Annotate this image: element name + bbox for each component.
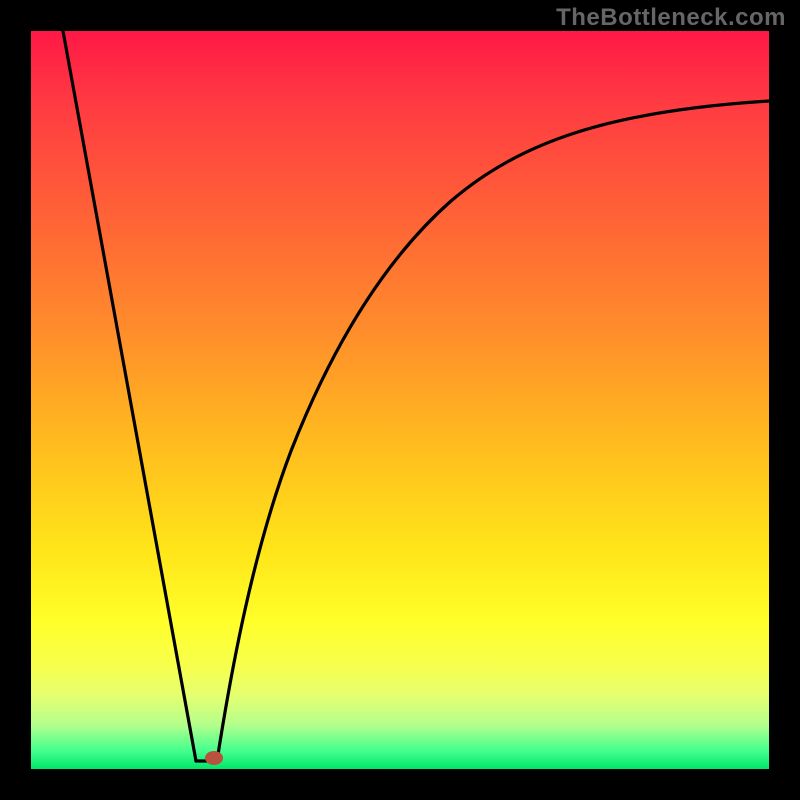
bottleneck-marker: [205, 751, 223, 765]
right-rising-curve: [217, 101, 769, 761]
chart-frame: TheBottleneck.com: [0, 0, 800, 800]
curve-svg: [31, 31, 769, 769]
left-descent-line: [63, 31, 196, 761]
watermark-text: TheBottleneck.com: [556, 4, 786, 32]
plot-gradient-background: [31, 31, 769, 769]
